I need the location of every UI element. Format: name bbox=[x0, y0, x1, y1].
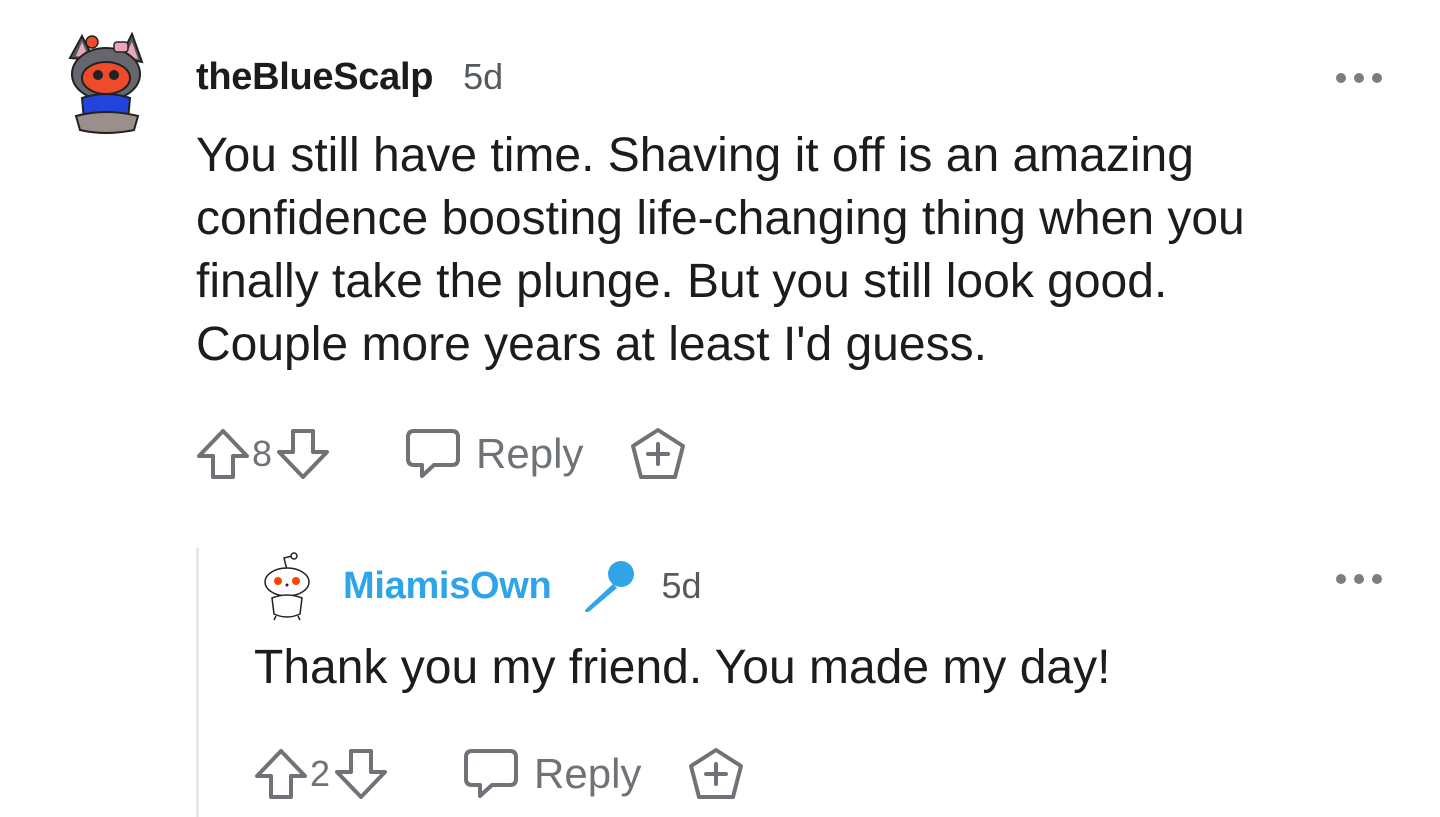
downvote-button[interactable] bbox=[274, 426, 332, 482]
reply-button[interactable]: Reply bbox=[404, 427, 583, 481]
more-icon bbox=[1336, 574, 1346, 584]
more-options-button[interactable] bbox=[1336, 573, 1382, 585]
more-options-button[interactable] bbox=[1336, 72, 1382, 84]
award-plus-icon bbox=[631, 428, 686, 479]
award-button[interactable] bbox=[629, 426, 687, 482]
comment-bubble-icon bbox=[406, 429, 461, 478]
op-username-link[interactable]: MiamisOwn bbox=[343, 565, 552, 608]
award-plus-icon bbox=[689, 748, 744, 799]
vote-score: 2 bbox=[310, 753, 331, 794]
user-avatar[interactable] bbox=[258, 552, 316, 622]
user-avatar[interactable] bbox=[62, 28, 152, 134]
award-button[interactable] bbox=[687, 746, 745, 802]
comment-body: You still have time. Shaving it off is a… bbox=[196, 129, 1245, 371]
default-snoo-avatar-icon bbox=[264, 552, 310, 621]
upvote-arrow-icon bbox=[255, 749, 307, 799]
microphone-icon bbox=[585, 561, 635, 612]
downvote-arrow-icon bbox=[335, 749, 388, 799]
comment-age: 5d bbox=[661, 565, 702, 606]
comment-actions: 2 Reply bbox=[252, 746, 745, 802]
comment-body: Thank you my friend. You made my day! bbox=[254, 641, 1111, 694]
reply-button[interactable]: Reply bbox=[462, 747, 641, 801]
upvote-button[interactable] bbox=[194, 426, 252, 482]
vote-score: 8 bbox=[252, 433, 273, 474]
downvote-arrow-icon bbox=[277, 429, 330, 479]
upvote-arrow-icon bbox=[197, 429, 249, 479]
comment-meta: theBlueScalp 5d bbox=[196, 56, 503, 102]
upvote-button[interactable] bbox=[252, 746, 310, 802]
comment-bubble-icon bbox=[464, 749, 519, 798]
downvote-button[interactable] bbox=[332, 746, 390, 802]
more-icon bbox=[1336, 73, 1346, 83]
thread-collapse-line[interactable] bbox=[196, 548, 199, 817]
reply-label: Reply bbox=[534, 750, 642, 797]
comment-meta: MiamisOwn 5d bbox=[343, 558, 702, 614]
comment-actions: 8 Reply bbox=[194, 426, 687, 482]
username-link[interactable]: theBlueScalp bbox=[196, 56, 433, 99]
snoo-avatar-icon bbox=[68, 31, 144, 134]
comment-thread: theBlueScalp 5d You still have time. Sha… bbox=[0, 0, 1440, 817]
comment-age: 5d bbox=[463, 56, 504, 97]
reply-label: Reply bbox=[476, 430, 584, 477]
